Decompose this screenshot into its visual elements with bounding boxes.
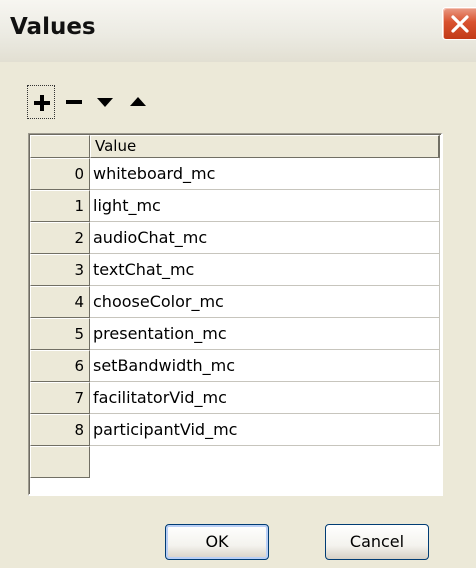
value-cell[interactable]: whiteboard_mc bbox=[90, 158, 440, 190]
move-down-button[interactable] bbox=[91, 85, 119, 119]
table-row[interactable]: 3 textChat_mc bbox=[30, 254, 440, 286]
minus-icon bbox=[66, 100, 82, 104]
row-index[interactable]: 0 bbox=[30, 158, 90, 190]
title-bar[interactable]: Values bbox=[0, 0, 476, 62]
values-dialog: Values Value 0 whiteboard_mc 1 light_mc … bbox=[0, 0, 476, 568]
values-grid[interactable]: Value 0 whiteboard_mc 1 light_mc 2 audio… bbox=[28, 133, 443, 496]
value-cell[interactable]: audioChat_mc bbox=[90, 222, 440, 254]
corner-header bbox=[30, 135, 90, 158]
plus-icon bbox=[34, 95, 50, 111]
table-row[interactable]: 1 light_mc bbox=[30, 190, 440, 222]
value-cell[interactable]: setBandwidth_mc bbox=[90, 350, 440, 382]
table-row[interactable]: 0 whiteboard_mc bbox=[30, 158, 440, 190]
triangle-down-icon bbox=[97, 98, 113, 107]
window-title: Values bbox=[10, 14, 96, 40]
triangle-up-icon bbox=[130, 97, 146, 106]
value-cell[interactable]: presentation_mc bbox=[90, 318, 440, 350]
table-row[interactable]: 7 facilitatorVid_mc bbox=[30, 382, 440, 414]
row-index[interactable]: 7 bbox=[30, 382, 90, 414]
row-index[interactable]: 5 bbox=[30, 318, 90, 350]
close-icon bbox=[451, 15, 469, 33]
value-cell[interactable]: textChat_mc bbox=[90, 254, 440, 286]
row-index[interactable]: 6 bbox=[30, 350, 90, 382]
remove-row-button[interactable] bbox=[60, 85, 88, 119]
new-row[interactable] bbox=[30, 446, 440, 478]
move-up-button[interactable] bbox=[124, 85, 152, 119]
row-index[interactable]: 2 bbox=[30, 222, 90, 254]
ok-button[interactable]: OK bbox=[165, 524, 269, 560]
row-index[interactable]: 4 bbox=[30, 286, 90, 318]
value-column-header[interactable]: Value bbox=[90, 135, 440, 158]
close-button[interactable] bbox=[442, 7, 476, 40]
cancel-button[interactable]: Cancel bbox=[325, 524, 429, 560]
table-row[interactable]: 4 chooseColor_mc bbox=[30, 286, 440, 318]
table-row[interactable]: 8 participantVid_mc bbox=[30, 414, 440, 446]
table-row[interactable]: 5 presentation_mc bbox=[30, 318, 440, 350]
value-cell[interactable]: participantVid_mc bbox=[90, 414, 440, 446]
value-cell[interactable]: light_mc bbox=[90, 190, 440, 222]
table-row[interactable]: 6 setBandwidth_mc bbox=[30, 350, 440, 382]
row-index[interactable]: 3 bbox=[30, 254, 90, 286]
row-index-new[interactable] bbox=[30, 446, 90, 478]
add-row-button[interactable] bbox=[27, 85, 55, 119]
row-index[interactable]: 1 bbox=[30, 190, 90, 222]
grid-header-row: Value bbox=[30, 135, 440, 158]
row-index[interactable]: 8 bbox=[30, 414, 90, 446]
table-row[interactable]: 2 audioChat_mc bbox=[30, 222, 440, 254]
value-cell[interactable]: chooseColor_mc bbox=[90, 286, 440, 318]
value-cell[interactable]: facilitatorVid_mc bbox=[90, 382, 440, 414]
